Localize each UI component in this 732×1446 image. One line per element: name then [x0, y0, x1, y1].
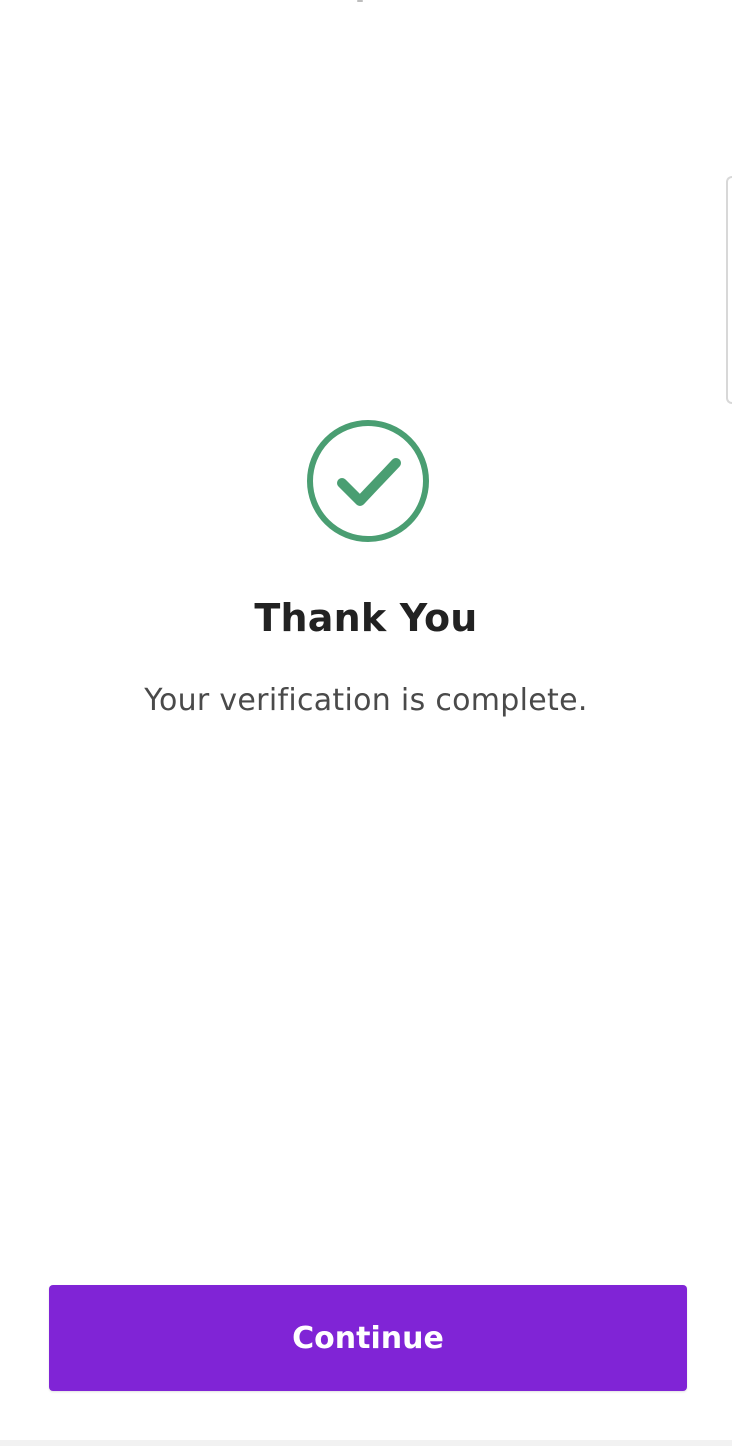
confirmation-message: Your verification is complete.	[144, 683, 588, 718]
continue-button[interactable]: Continue	[49, 1285, 687, 1391]
edge-panel-handle[interactable]	[726, 176, 732, 404]
check-circle-icon	[306, 419, 430, 543]
top-indicator	[357, 0, 363, 2]
bottom-navigation-bar	[0, 1440, 732, 1446]
page-title: Thank You	[254, 596, 478, 640]
verification-complete-screen: Thank You Your verification is complete.…	[0, 0, 732, 1446]
